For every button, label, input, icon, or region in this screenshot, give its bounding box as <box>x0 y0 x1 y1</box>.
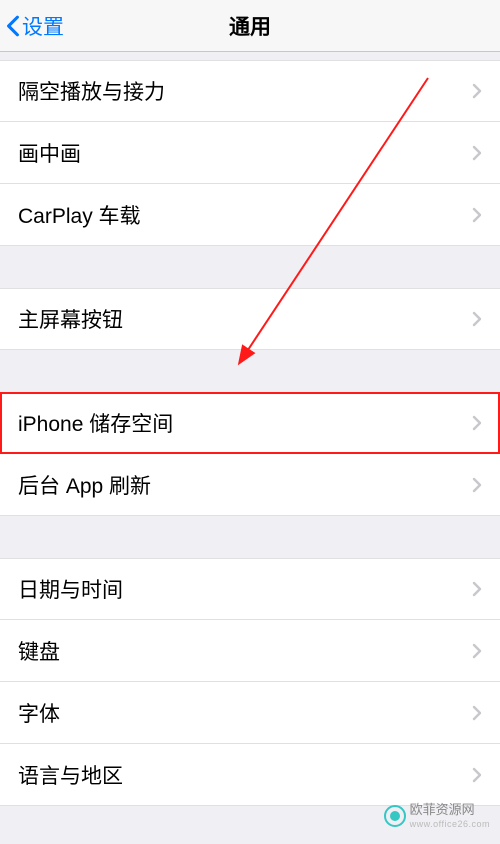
settings-group: 隔空播放与接力画中画 CarPlay 车载 <box>0 60 500 246</box>
back-button[interactable]: 设置 <box>6 11 64 41</box>
chevron-right-icon <box>472 767 482 783</box>
row-label: 字体 <box>18 698 60 728</box>
row-label: 主屏幕按钮 <box>18 304 123 334</box>
spacer <box>0 246 500 288</box>
row-carplay[interactable]: CarPlay 车载 <box>0 184 500 246</box>
chevron-left-icon <box>6 15 20 37</box>
row-label: iPhone 储存空间 <box>18 408 173 438</box>
row-label: 后台 App 刷新 <box>18 470 151 500</box>
row-keyboard[interactable]: 键盘 <box>0 620 500 682</box>
row-label: CarPlay 车载 <box>18 200 141 230</box>
back-label: 设置 <box>22 11 64 41</box>
watermark-text-en: www.office26.com <box>410 819 490 829</box>
navbar: 设置 通用 <box>0 0 500 52</box>
chevron-right-icon <box>472 415 482 431</box>
row-label: 键盘 <box>18 636 60 666</box>
page-title: 通用 <box>229 11 271 41</box>
row-label: 语言与地区 <box>18 760 123 790</box>
chevron-right-icon <box>472 477 482 493</box>
row-date-time[interactable]: 日期与时间 <box>0 558 500 620</box>
settings-group: 日期与时间键盘字体语言与地区 <box>0 558 500 806</box>
chevron-right-icon <box>472 705 482 721</box>
row-home-button[interactable]: 主屏幕按钮 <box>0 288 500 350</box>
chevron-right-icon <box>472 643 482 659</box>
row-airplay-handoff[interactable]: 隔空播放与接力 <box>0 60 500 122</box>
row-label: 日期与时间 <box>18 574 123 604</box>
row-iphone-storage[interactable]: iPhone 储存空间 <box>0 392 500 454</box>
spacer <box>0 350 500 392</box>
row-label: 画中画 <box>18 138 81 168</box>
chevron-right-icon <box>472 311 482 327</box>
row-pip[interactable]: 画中画 <box>0 122 500 184</box>
row-fonts[interactable]: 字体 <box>0 682 500 744</box>
chevron-right-icon <box>472 207 482 223</box>
chevron-right-icon <box>472 83 482 99</box>
row-language-region[interactable]: 语言与地区 <box>0 744 500 806</box>
spacer <box>0 52 500 60</box>
watermark: 欧菲资源网 www.office26.com <box>384 803 490 830</box>
chevron-right-icon <box>472 145 482 161</box>
chevron-right-icon <box>472 581 482 597</box>
settings-group: 主屏幕按钮 <box>0 288 500 350</box>
spacer <box>0 516 500 558</box>
row-label: 隔空播放与接力 <box>18 76 165 106</box>
row-background-refresh[interactable]: 后台 App 刷新 <box>0 454 500 516</box>
settings-group: iPhone 储存空间后台 App 刷新 <box>0 392 500 516</box>
watermark-logo-icon <box>384 805 406 827</box>
